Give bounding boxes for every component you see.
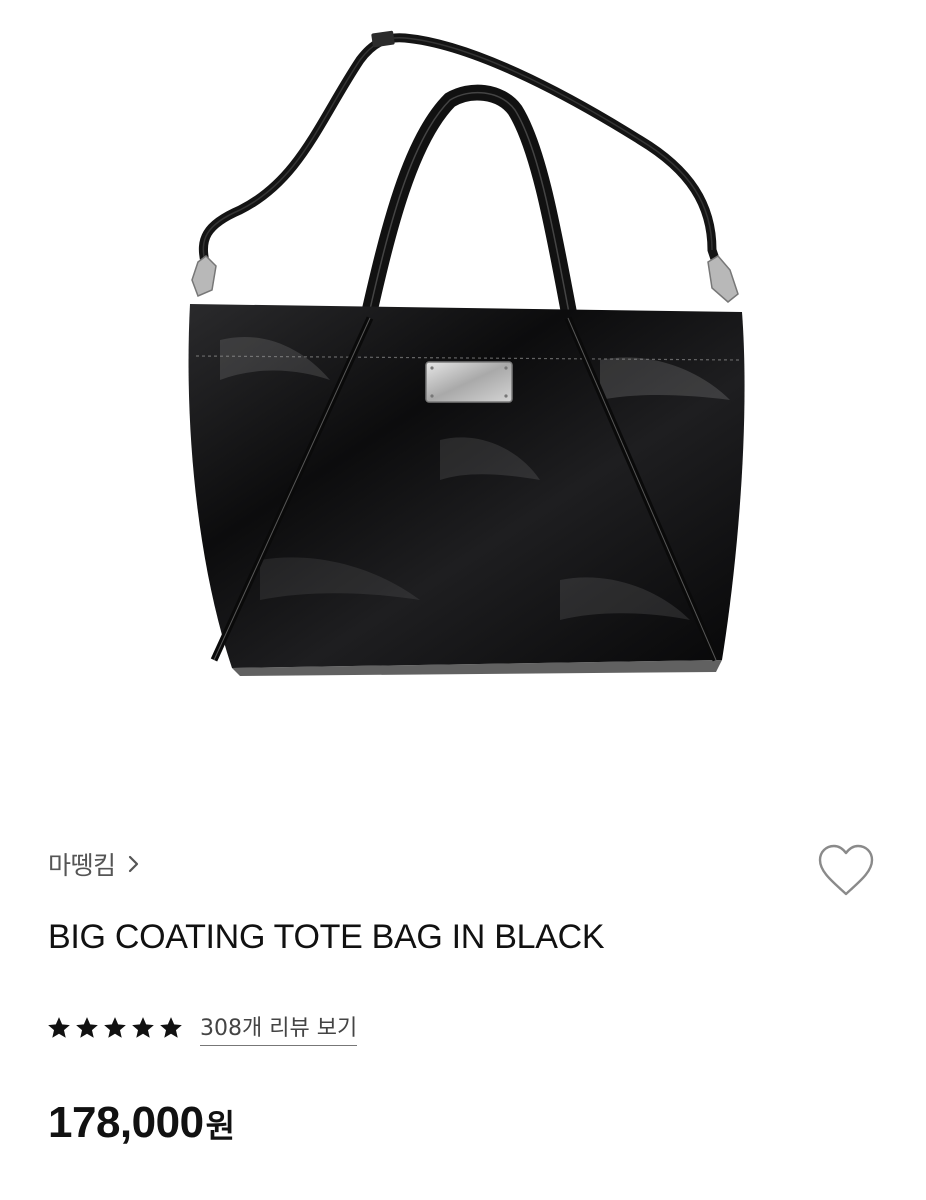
left-clasp <box>191 255 217 297</box>
brand-link[interactable]: 마뗑킴 <box>48 846 142 882</box>
price: 178,000 원 <box>48 1098 235 1148</box>
strap-adjuster <box>371 30 395 48</box>
brand-name[interactable]: 마뗑킴 <box>48 846 116 882</box>
heart-outline-icon <box>818 844 874 896</box>
price-value: 178,000 <box>48 1098 204 1147</box>
tote-handle <box>360 84 578 320</box>
star-filled-icon <box>160 1017 182 1038</box>
rating-row: 308개 리뷰 보기 <box>46 1010 358 1046</box>
tote-bag-illustration <box>188 30 745 676</box>
star-filled-icon <box>132 1017 154 1038</box>
wishlist-button[interactable] <box>815 842 877 900</box>
chevron-right-icon <box>128 855 138 873</box>
shoulder-strap <box>198 33 721 267</box>
logo-plate <box>425 361 513 403</box>
star-filled-icon <box>104 1017 126 1038</box>
review-count-link[interactable]: 308개 리뷰 보기 <box>200 1010 358 1046</box>
product-detail-page: 마뗑킴 BIG COATING TOTE BAG IN BLACK 308개 리… <box>0 0 926 1200</box>
star-filled-icon <box>76 1017 98 1038</box>
product-title: BIG COATING TOTE BAG IN BLACK <box>48 918 605 956</box>
price-unit: 원 <box>205 1107 236 1145</box>
product-image[interactable] <box>0 0 926 780</box>
rating-stars <box>46 1015 184 1041</box>
star-filled-icon <box>48 1017 70 1038</box>
right-clasp <box>707 255 739 303</box>
